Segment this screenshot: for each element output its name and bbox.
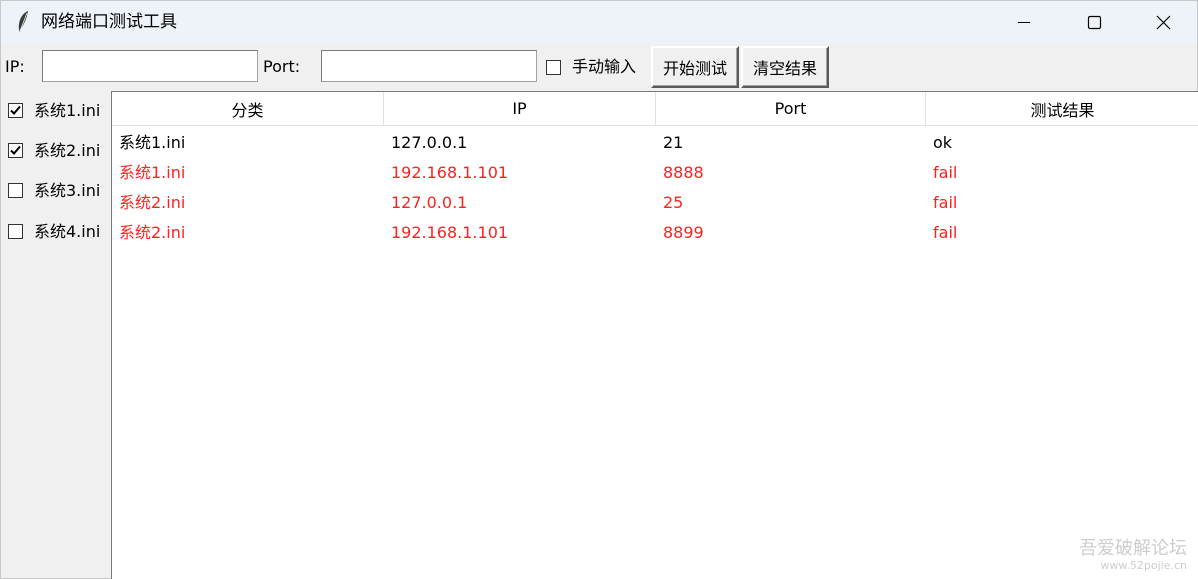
close-icon bbox=[1156, 15, 1171, 30]
cell-category: 系统2.ini bbox=[119, 193, 186, 212]
app-window: 网络端口测试工具 IP: Port: 手动输入 开始测试 清空结果 系统1.in… bbox=[0, 0, 1198, 579]
table-body: 系统1.ini 127.0.0.1 21 ok 系统1.ini 192.168.1.101… bbox=[112, 128, 1198, 248]
column-header-result[interactable]: 测试结果 bbox=[926, 92, 1198, 126]
cell-port: 21 bbox=[663, 133, 684, 152]
config-file-list: 系统1.ini 系统2.ini 系统3.ini 系统4.ini bbox=[1, 91, 111, 579]
manual-input-label[interactable]: 手动输入 bbox=[572, 57, 636, 77]
start-test-button[interactable]: 开始测试 bbox=[651, 46, 739, 88]
table-row[interactable]: 系统1.ini 192.168.1.101 8888 fail bbox=[112, 158, 1198, 188]
cell-category: 系统1.ini bbox=[119, 163, 186, 182]
feather-icon bbox=[15, 10, 31, 34]
config-label[interactable]: 系统4.ini bbox=[34, 222, 100, 242]
manual-input-checkbox[interactable] bbox=[546, 60, 561, 75]
cell-result: ok bbox=[933, 133, 953, 152]
port-input[interactable] bbox=[321, 50, 537, 82]
minimize-icon bbox=[1018, 22, 1030, 23]
close-button[interactable] bbox=[1128, 1, 1198, 43]
maximize-button[interactable] bbox=[1059, 1, 1129, 43]
table-row[interactable]: 系统2.ini 127.0.0.1 25 fail bbox=[112, 188, 1198, 218]
title-bar: 网络端口测试工具 bbox=[1, 1, 1197, 43]
maximize-icon bbox=[1087, 15, 1102, 30]
cell-port: 25 bbox=[663, 193, 684, 212]
config-label[interactable]: 系统1.ini bbox=[34, 101, 100, 121]
checkmark-icon bbox=[10, 145, 21, 155]
config-checkbox[interactable] bbox=[8, 103, 23, 118]
cell-category: 系统1.ini bbox=[119, 133, 186, 152]
config-checkbox[interactable] bbox=[8, 224, 23, 239]
watermark-title: 吾爱破解论坛 bbox=[1079, 538, 1187, 559]
column-header-category[interactable]: 分类 bbox=[112, 92, 384, 126]
results-table[interactable]: 分类 IP Port 测试结果 系统1.ini 127.0.0.1 21 ok 系统1.… bbox=[111, 91, 1198, 579]
clear-results-button[interactable]: 清空结果 bbox=[741, 46, 829, 88]
config-item[interactable]: 系统1.ini bbox=[1, 95, 111, 125]
column-header-port[interactable]: Port bbox=[656, 92, 926, 126]
ip-label: IP: bbox=[5, 57, 25, 76]
cell-category: 系统2.ini bbox=[119, 223, 186, 242]
cell-ip: 192.168.1.101 bbox=[391, 223, 509, 242]
minimize-button[interactable] bbox=[989, 1, 1059, 43]
config-item[interactable]: 系统3.ini bbox=[1, 175, 111, 205]
table-row[interactable]: 系统2.ini 192.168.1.101 8899 fail bbox=[112, 218, 1198, 248]
config-label[interactable]: 系统3.ini bbox=[34, 181, 100, 201]
table-header: 分类 IP Port 测试结果 bbox=[112, 92, 1198, 126]
config-checkbox[interactable] bbox=[8, 143, 23, 158]
cell-result: fail bbox=[933, 163, 958, 182]
config-item[interactable]: 系统2.ini bbox=[1, 135, 111, 165]
cell-result: fail bbox=[933, 223, 958, 242]
config-item[interactable]: 系统4.ini bbox=[1, 216, 111, 246]
cell-port: 8888 bbox=[663, 163, 704, 182]
table-row[interactable]: 系统1.ini 127.0.0.1 21 ok bbox=[112, 128, 1198, 158]
watermark: 吾爱破解论坛 www.52pojie.cn bbox=[1079, 538, 1187, 573]
window-title: 网络端口测试工具 bbox=[41, 12, 177, 32]
cell-port: 8899 bbox=[663, 223, 704, 242]
cell-ip: 192.168.1.101 bbox=[391, 163, 509, 182]
watermark-url: www.52pojie.cn bbox=[1100, 559, 1187, 572]
ip-input[interactable] bbox=[42, 50, 258, 82]
column-header-ip[interactable]: IP bbox=[384, 92, 656, 126]
cell-result: fail bbox=[933, 193, 958, 212]
port-label: Port: bbox=[263, 57, 301, 76]
cell-ip: 127.0.0.1 bbox=[391, 133, 468, 152]
config-checkbox[interactable] bbox=[8, 183, 23, 198]
config-label[interactable]: 系统2.ini bbox=[34, 141, 100, 161]
checkmark-icon bbox=[10, 105, 21, 115]
toolbar: IP: Port: 手动输入 开始测试 清空结果 bbox=[1, 45, 1197, 89]
cell-ip: 127.0.0.1 bbox=[391, 193, 468, 212]
